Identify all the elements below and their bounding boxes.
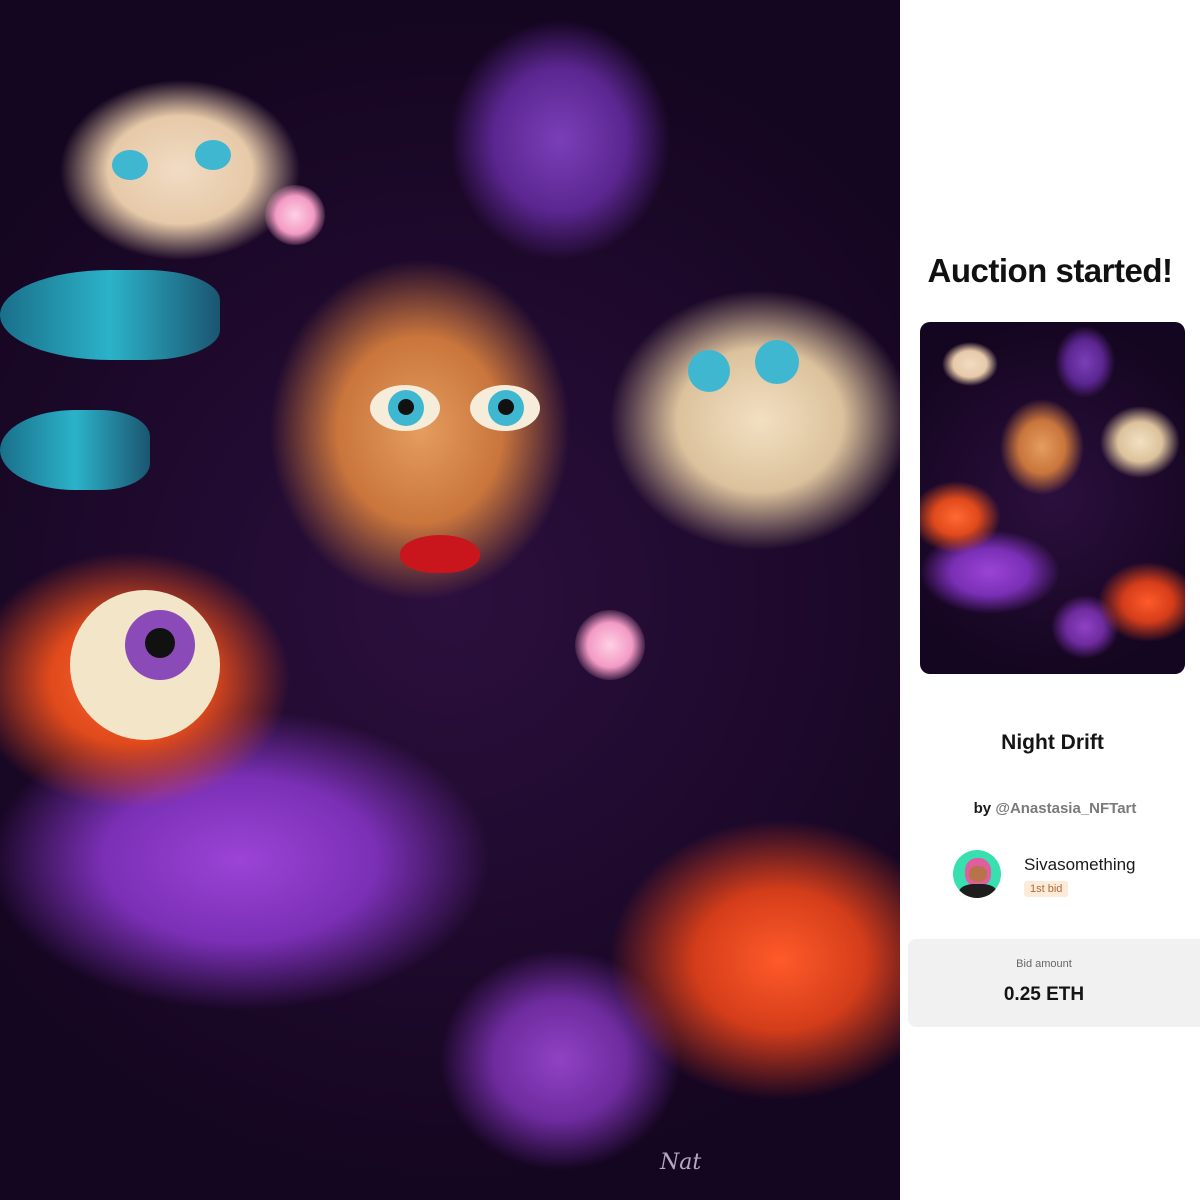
artwork-thumbnail[interactable]	[920, 322, 1185, 674]
bidder-row: Sivasomething 1st bid	[953, 850, 1173, 900]
artwork-name: Night Drift	[1001, 731, 1104, 754]
fish-shape	[0, 270, 220, 360]
eyeball-shape	[145, 628, 175, 658]
bidder-avatar[interactable]	[953, 850, 1001, 898]
bid-amount-value: 0.25 ETH	[1003, 984, 1085, 1005]
eye-shape	[398, 399, 414, 415]
fish-shape	[0, 410, 150, 490]
flower-shape	[575, 610, 645, 680]
bid-amount-label: Bid amount	[1016, 958, 1072, 970]
flower-shape	[265, 185, 325, 245]
byline-prefix: by	[973, 800, 992, 817]
avatar-face	[969, 866, 987, 882]
lips-shape	[400, 535, 480, 573]
eye-shape	[195, 140, 231, 170]
auction-title: Auction started!	[927, 252, 1173, 289]
artwork-image: Nat	[0, 0, 900, 1200]
eye-shape	[112, 150, 148, 180]
eye-shape	[498, 399, 514, 415]
eye-shape	[688, 350, 730, 392]
artist-byline: by @Anastasia_NFTart	[900, 800, 1200, 817]
artist-signature: Nat	[660, 1150, 702, 1175]
avatar-shirt	[959, 884, 997, 898]
eye-shape	[755, 340, 799, 384]
bidder-name[interactable]: Sivasomething	[1024, 855, 1136, 875]
first-bid-badge: 1st bid	[1024, 881, 1069, 897]
bid-amount-card: Bid amount 0.25 ETH	[908, 939, 1200, 1027]
artist-handle-link[interactable]: @Anastasia_NFTart	[995, 800, 1136, 817]
